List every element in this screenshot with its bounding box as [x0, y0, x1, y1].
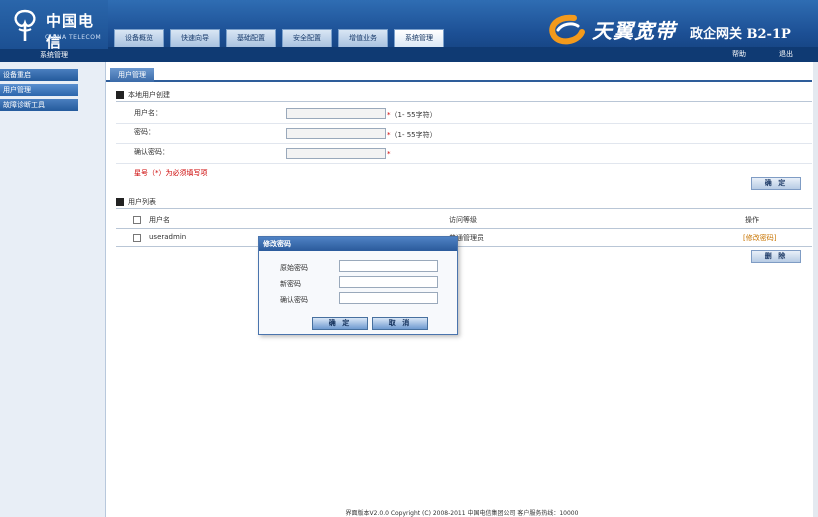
footer: 界面版本V2.0.0 Copyright (C) 2008-2011 中国电信集…	[345, 510, 579, 517]
create-section-heading: 本地用户创建	[116, 90, 170, 100]
table-header: 用户名 访问等级 操作	[116, 213, 812, 227]
row-checkbox[interactable]	[133, 234, 141, 242]
divider	[116, 101, 812, 102]
help-link[interactable]: 帮助	[732, 49, 746, 59]
sidebar-item-diagnostic-tools[interactable]: 故障诊断工具	[0, 99, 78, 111]
china-telecom-logo-icon	[14, 9, 36, 41]
nav-tab-security-config[interactable]: 安全配置	[282, 29, 332, 47]
required-star: *	[387, 150, 391, 158]
tianyi-swirl-icon	[549, 14, 585, 45]
tab-user-management[interactable]: 用户管理	[110, 68, 154, 82]
brand-model: 政企网关 B2-1P	[690, 27, 791, 42]
section-bullet-icon	[116, 91, 124, 99]
username-label: 用户名：	[134, 109, 162, 117]
dialog-title: 修改密码	[259, 237, 457, 251]
logo-text-en: CHINA TELECOM	[45, 34, 102, 41]
confirm-password-label: 确认密码：	[134, 148, 169, 156]
main-content: 用户管理 本地用户创建 用户名： *（1- 55字符） 密码： *（1- 55字…	[106, 62, 818, 508]
confirm-new-password-input[interactable]	[339, 292, 438, 304]
logo-text-cn: 中国电信	[46, 12, 95, 51]
divider	[116, 246, 812, 247]
divider	[116, 163, 812, 164]
nav-tab-device-overview[interactable]: 设备概览	[114, 29, 164, 47]
select-all-checkbox[interactable]	[133, 216, 141, 224]
logo-area: 中国电信 CHINA TELECOM 系统管理	[0, 0, 108, 62]
password-hint: *（1- 55字符）	[387, 130, 437, 140]
username-hint: *（1- 55字符）	[387, 110, 437, 120]
dialog-cancel-button[interactable]: 取 消	[372, 317, 428, 330]
divider	[116, 123, 812, 124]
username-input[interactable]	[286, 108, 386, 119]
col-access-level: 访问等级	[449, 216, 477, 224]
confirm-password-hint: *	[387, 150, 391, 158]
change-password-dialog: 修改密码 原始密码 新密码 确认密码 确 定 取 消	[258, 236, 458, 335]
confirm-button[interactable]: 确 定	[751, 177, 801, 190]
brand-text: 天翼宽带	[592, 19, 676, 43]
nav-tab-value-added[interactable]: 增值业务	[338, 29, 388, 47]
nav-tab-quick-wizard[interactable]: 快速向导	[170, 29, 220, 47]
nav-tab-basic-config[interactable]: 基础配置	[226, 29, 276, 47]
password-label: 密码：	[134, 128, 155, 136]
confirm-new-password-label: 确认密码	[280, 296, 308, 304]
sidebar-item-device-restart[interactable]: 设备重启	[0, 69, 78, 81]
username-length-hint: （1- 55字符）	[390, 111, 437, 119]
password-input[interactable]	[286, 128, 386, 139]
dialog-ok-button[interactable]: 确 定	[312, 317, 368, 330]
confirm-password-input[interactable]	[286, 148, 386, 159]
delete-button[interactable]: 删 除	[751, 250, 801, 263]
col-action: 操作	[745, 216, 759, 224]
required-note: 星号（*）为必须填写项	[134, 169, 208, 177]
create-section-title: 本地用户创建	[128, 91, 170, 99]
header-bar	[108, 47, 818, 62]
list-section-title: 用户列表	[128, 198, 156, 206]
col-username: 用户名	[149, 216, 170, 224]
divider	[116, 143, 812, 144]
old-password-input[interactable]	[339, 260, 438, 272]
old-password-label: 原始密码	[280, 264, 308, 272]
table-row: useradmin 普通管理员 [修改密码]	[116, 231, 812, 244]
password-length-hint: （1- 55字符）	[390, 131, 437, 139]
logo-subtitle: 系统管理	[0, 49, 108, 62]
brand-banner: 天翼宽带 政企网关 B2-1P	[544, 12, 816, 48]
sidebar: 设备重启 用户管理 故障诊断工具	[0, 62, 106, 517]
new-password-label: 新密码	[280, 280, 301, 288]
change-password-link[interactable]: [修改密码]	[743, 233, 776, 243]
section-bullet-icon	[116, 198, 124, 206]
nav-tab-system-management[interactable]: 系统管理	[394, 29, 444, 47]
list-section-heading: 用户列表	[116, 197, 156, 207]
new-password-input[interactable]	[339, 276, 438, 288]
divider	[116, 208, 812, 209]
logout-link[interactable]: 退出	[779, 49, 793, 59]
sidebar-item-user-management[interactable]: 用户管理	[0, 84, 78, 96]
top-nav: 设备概览 快速向导 基础配置 安全配置 增值业务 系统管理	[114, 29, 444, 47]
row-username: useradmin	[149, 233, 187, 241]
header: 中国电信 CHINA TELECOM 系统管理 设备概览 快速向导 基础配置 安…	[0, 0, 818, 62]
scrollbar-track[interactable]	[813, 62, 818, 517]
sub-tab-bar: 用户管理	[106, 68, 812, 82]
divider	[116, 228, 812, 229]
